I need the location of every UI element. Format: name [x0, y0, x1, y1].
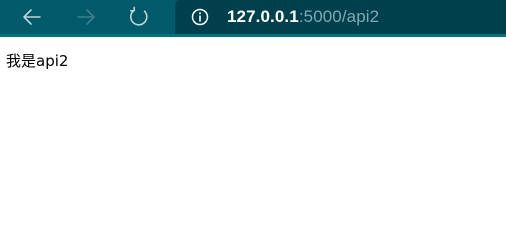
browser-toolbar: 127.0.0.1:5000/api2 — [0, 0, 506, 37]
arrow-right-icon — [77, 9, 95, 25]
address-bar[interactable]: 127.0.0.1:5000/api2 — [175, 0, 506, 34]
address-host: 127.0.0.1 — [227, 7, 299, 26]
forward-button[interactable] — [70, 3, 102, 31]
back-button[interactable] — [16, 3, 48, 31]
page-content: 我是api2 — [0, 37, 506, 71]
page-body-text: 我是api2 — [6, 52, 69, 70]
refresh-button[interactable] — [123, 3, 155, 31]
address-path: :5000/api2 — [298, 7, 380, 26]
arrow-left-icon — [23, 9, 41, 25]
info-circle-icon[interactable] — [191, 8, 209, 26]
refresh-icon — [130, 6, 148, 26]
address-url[interactable]: 127.0.0.1:5000/api2 — [227, 7, 379, 27]
